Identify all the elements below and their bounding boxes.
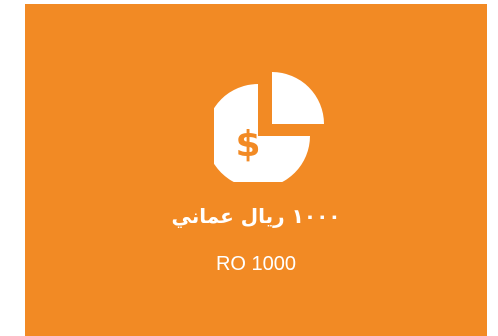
amount-card: $ ١٠٠٠ ريال عماني RO 1000 <box>25 4 487 336</box>
amount-arabic: ١٠٠٠ ريال عماني <box>171 204 341 228</box>
pie-chart-dollar-icon: $ <box>206 70 326 188</box>
svg-text:$: $ <box>235 124 260 165</box>
amount-english: RO 1000 <box>215 253 297 275</box>
